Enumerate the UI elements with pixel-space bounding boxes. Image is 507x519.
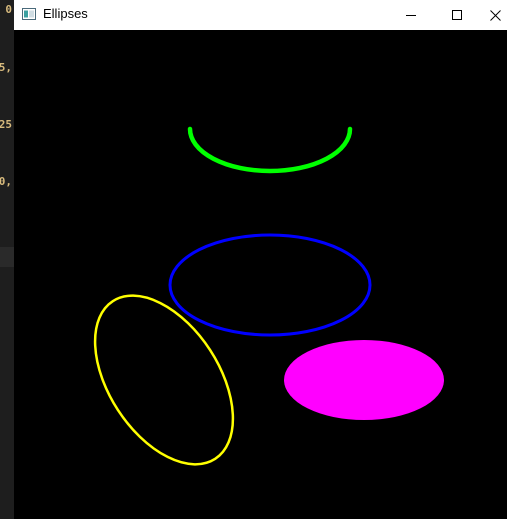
drawing-canvas [14, 30, 507, 519]
maximize-icon [452, 10, 462, 20]
ellipses-window: Ellipses [14, 0, 507, 519]
magenta-filled-ellipse-shape [284, 340, 444, 420]
editor-code-fragment: 0, [0, 175, 12, 188]
title-bar[interactable]: Ellipses [14, 0, 507, 30]
editor-code-fragment: 5, [0, 61, 12, 74]
app-window-icon [22, 8, 36, 20]
blue-ellipse-shape [168, 233, 372, 337]
window-title: Ellipses [43, 6, 88, 21]
editor-code-fragment: 25 [0, 118, 12, 131]
editor-line-highlight [0, 247, 14, 267]
minimize-icon [406, 15, 416, 16]
minimize-button[interactable] [388, 0, 434, 30]
editor-code-fragment: 0 [5, 3, 12, 16]
background-editor-strip: 0 5, 25 0, [0, 0, 14, 519]
maximize-button[interactable] [434, 0, 480, 30]
close-icon [490, 9, 501, 21]
close-button[interactable] [480, 0, 507, 30]
green-arc-shape [187, 126, 353, 174]
yellow-rotated-ellipse-shape [93, 294, 235, 466]
